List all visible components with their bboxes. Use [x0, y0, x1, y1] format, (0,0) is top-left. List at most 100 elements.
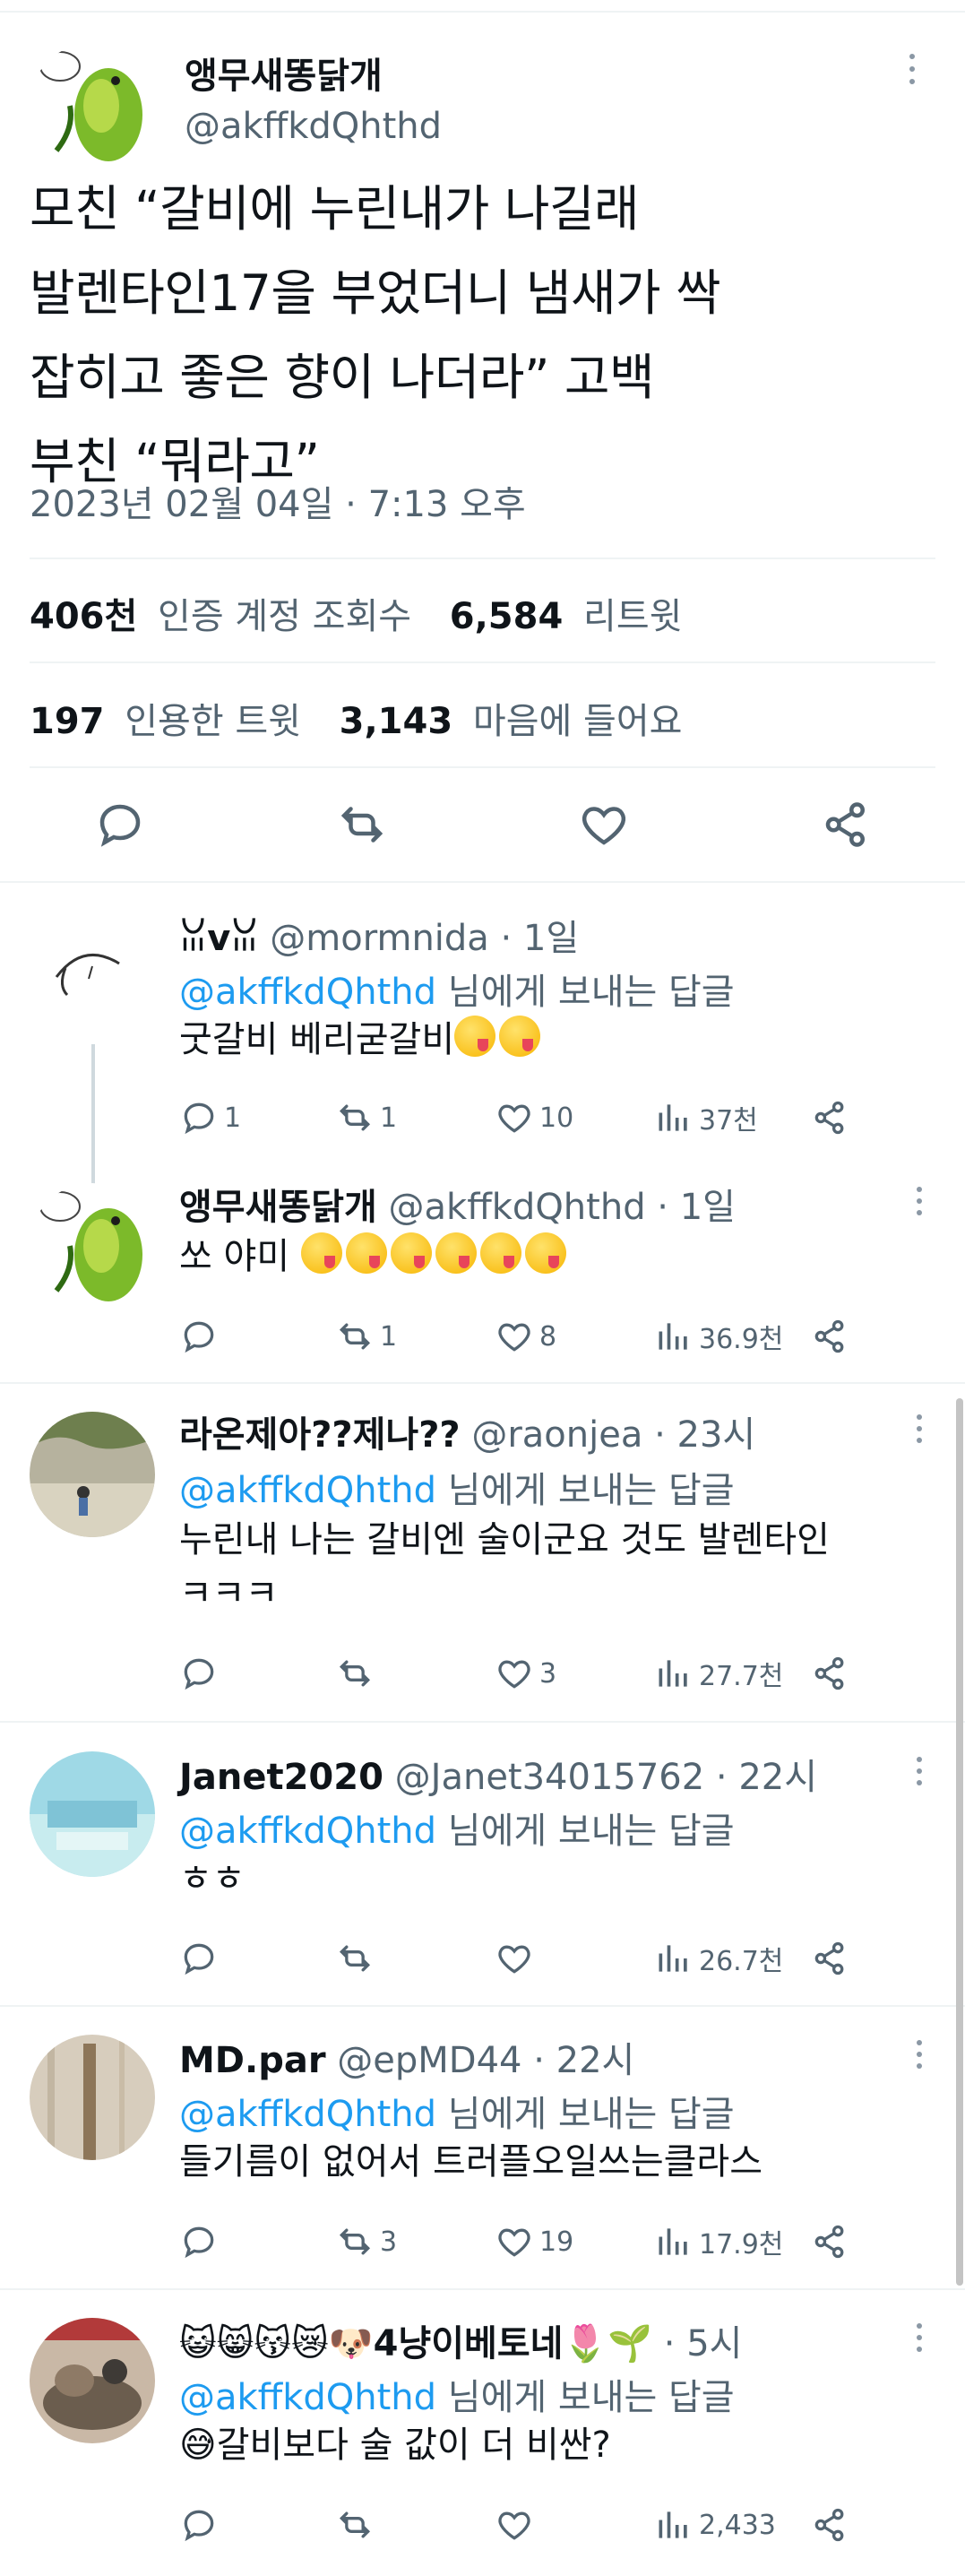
retweet-icon[interactable]: [335, 798, 389, 851]
replying-to-label: 님에게 보내는 답글: [436, 1811, 735, 1852]
retweet-count: 3: [380, 2226, 398, 2258]
reply-header: 라온제아??제나?? @raonjea · 23시: [179, 1405, 755, 1457]
reply-actions: 1 1 10 37천: [179, 1095, 878, 1140]
reply-avatar[interactable]: [30, 1751, 155, 1877]
heart-icon[interactable]: 19: [495, 2219, 573, 2264]
replying-to: @akffkdQhthd 님에게 보내는 답글: [179, 963, 735, 1015]
reply-author-handle[interactable]: @Janet34015762 · 22시: [395, 1757, 817, 1798]
views-count: 2,433: [699, 2509, 776, 2541]
retweet-icon[interactable]: 1: [335, 1095, 397, 1140]
reply-author-name[interactable]: 앵무새똥닭개: [179, 1187, 377, 1228]
views-count: 406천: [30, 596, 138, 637]
retweet-icon[interactable]: [335, 1651, 380, 1696]
like-count: 3: [539, 1657, 557, 1690]
heart-icon[interactable]: 8: [495, 1314, 556, 1359]
reply-avatar[interactable]: [30, 2035, 155, 2160]
reply-icon[interactable]: 1: [179, 1095, 241, 1140]
scrollbar[interactable]: [956, 1398, 963, 2286]
reply-header: 😺😸😽😿🐶4냥이베토네🌷🌱 · 5시: [179, 2314, 742, 2366]
heart-icon[interactable]: 10: [495, 1095, 573, 1140]
replying-to-handle[interactable]: @akffkdQhthd: [179, 2094, 436, 2135]
reply-icon[interactable]: [179, 2503, 224, 2547]
more-icon[interactable]: [914, 1187, 925, 1223]
tweet-timestamp[interactable]: 2023년 02월 04일 · 7:13 오후: [30, 475, 526, 527]
share-icon[interactable]: [810, 2503, 849, 2547]
views-icon[interactable]: 36.9천: [654, 1314, 783, 1359]
reply-icon[interactable]: [179, 1936, 224, 1981]
share-icon[interactable]: [810, 1095, 849, 1140]
heart-icon[interactable]: [495, 2503, 539, 2547]
more-icon[interactable]: [914, 2040, 925, 2076]
replying-to-handle[interactable]: @akffkdQhthd: [179, 1811, 436, 1852]
reply-avatar[interactable]: [30, 1183, 155, 1309]
author-name[interactable]: 앵무새똥닭개: [185, 47, 383, 99]
views-icon[interactable]: 26.7천: [654, 1936, 783, 1981]
more-icon[interactable]: [905, 54, 919, 90]
retweet-icon[interactable]: 1: [335, 1314, 397, 1359]
reply-author-name[interactable]: 😺😸😽😿🐶4냥이베토네🌷🌱: [179, 2323, 652, 2364]
replying-to-handle[interactable]: @akffkdQhthd: [179, 2377, 436, 2418]
reply-author-handle[interactable]: @raonjea · 23시: [471, 1414, 755, 1456]
reply-text-line: ㅋㅋㅋ: [179, 1573, 279, 1614]
likes-label[interactable]: 마음에 들어요: [473, 701, 683, 742]
share-icon[interactable]: [810, 1314, 849, 1359]
reply-icon[interactable]: [179, 2219, 224, 2264]
heart-icon[interactable]: [495, 1936, 539, 1981]
retweet-icon[interactable]: [335, 1936, 380, 1981]
retweet-icon[interactable]: [335, 2503, 380, 2547]
heart-icon[interactable]: [577, 798, 631, 851]
replying-to-label: 님에게 보내는 답글: [436, 1470, 735, 1511]
views-icon[interactable]: 27.7천: [654, 1651, 783, 1696]
yum-emoji: [479, 1232, 521, 1274]
author-avatar[interactable]: [30, 43, 155, 169]
retweet-icon[interactable]: 3: [335, 2219, 397, 2264]
reply-avatar[interactable]: [30, 2318, 155, 2443]
reply-author-name[interactable]: 라온제아??제나??: [179, 1414, 461, 1456]
reply-avatar[interactable]: [30, 914, 155, 1040]
replying-to: @akffkdQhthd 님에게 보내는 답글: [179, 1802, 735, 1854]
more-icon[interactable]: [914, 2323, 925, 2359]
more-icon[interactable]: [914, 1414, 925, 1450]
quotes-label[interactable]: 인용한 트윗: [125, 701, 301, 742]
reply-author-name[interactable]: ꈍvꈍ: [179, 918, 259, 959]
reply-header: ꈍvꈍ @mormnida · 1일: [179, 909, 579, 961]
yum-emoji: [499, 1016, 541, 1057]
reply-actions: 3 27.7천: [179, 1651, 878, 1696]
share-icon[interactable]: [810, 2219, 849, 2264]
divider: [0, 2288, 965, 2290]
views-icon[interactable]: 2,433: [654, 2503, 776, 2547]
reply-icon[interactable]: [179, 1314, 224, 1359]
likes-count[interactable]: 3,143: [340, 701, 453, 742]
more-icon[interactable]: [914, 1757, 925, 1793]
share-icon[interactable]: [819, 798, 873, 851]
reply-icon[interactable]: [179, 1651, 224, 1696]
views-icon[interactable]: 17.9천: [654, 2219, 783, 2264]
views-icon[interactable]: 37천: [654, 1095, 758, 1140]
retweets-count[interactable]: 6,584: [450, 596, 564, 637]
tweet-body-line: 발렌타인17을 부었더니 냄새가 싹: [30, 264, 721, 322]
reply-author-name[interactable]: Janet2020: [179, 1757, 383, 1798]
share-icon[interactable]: [810, 1936, 849, 1981]
replying-to-handle[interactable]: @akffkdQhthd: [179, 972, 436, 1013]
replying-to-label: 님에게 보내는 답글: [436, 972, 735, 1013]
reply-actions: 26.7천: [179, 1936, 878, 1981]
reply-icon[interactable]: [93, 798, 147, 851]
reply-header: MD.par @epMD44 · 22시: [179, 2031, 634, 2083]
author-handle[interactable]: @akffkdQhthd: [185, 106, 442, 147]
reply-avatar[interactable]: [30, 1412, 155, 1537]
reply-author-handle[interactable]: @mormnida · 1일: [270, 918, 579, 959]
reply-author-name[interactable]: MD.par: [179, 2040, 326, 2081]
heart-icon[interactable]: 3: [495, 1651, 556, 1696]
replying-to-label: 님에게 보내는 답글: [436, 2377, 735, 2418]
divider: [0, 881, 965, 883]
reply-author-handle[interactable]: @epMD44 · 22시: [337, 2040, 634, 2081]
quotes-count[interactable]: 197: [30, 701, 105, 742]
reply-author-handle[interactable]: @akffkdQhthd · 1일: [389, 1187, 736, 1228]
reply-author-handle[interactable]: · 5시: [664, 2323, 743, 2364]
retweets-label[interactable]: 리트윗: [583, 596, 682, 637]
replying-to-handle[interactable]: @akffkdQhthd: [179, 1470, 436, 1511]
divider: [30, 661, 935, 663]
tweet-body: 모친 “갈비에 누린내가 나길래 발렌타인17을 부었더니 냄새가 싹 잡히고 …: [30, 167, 926, 504]
share-icon[interactable]: [810, 1651, 849, 1696]
divider: [30, 558, 935, 559]
